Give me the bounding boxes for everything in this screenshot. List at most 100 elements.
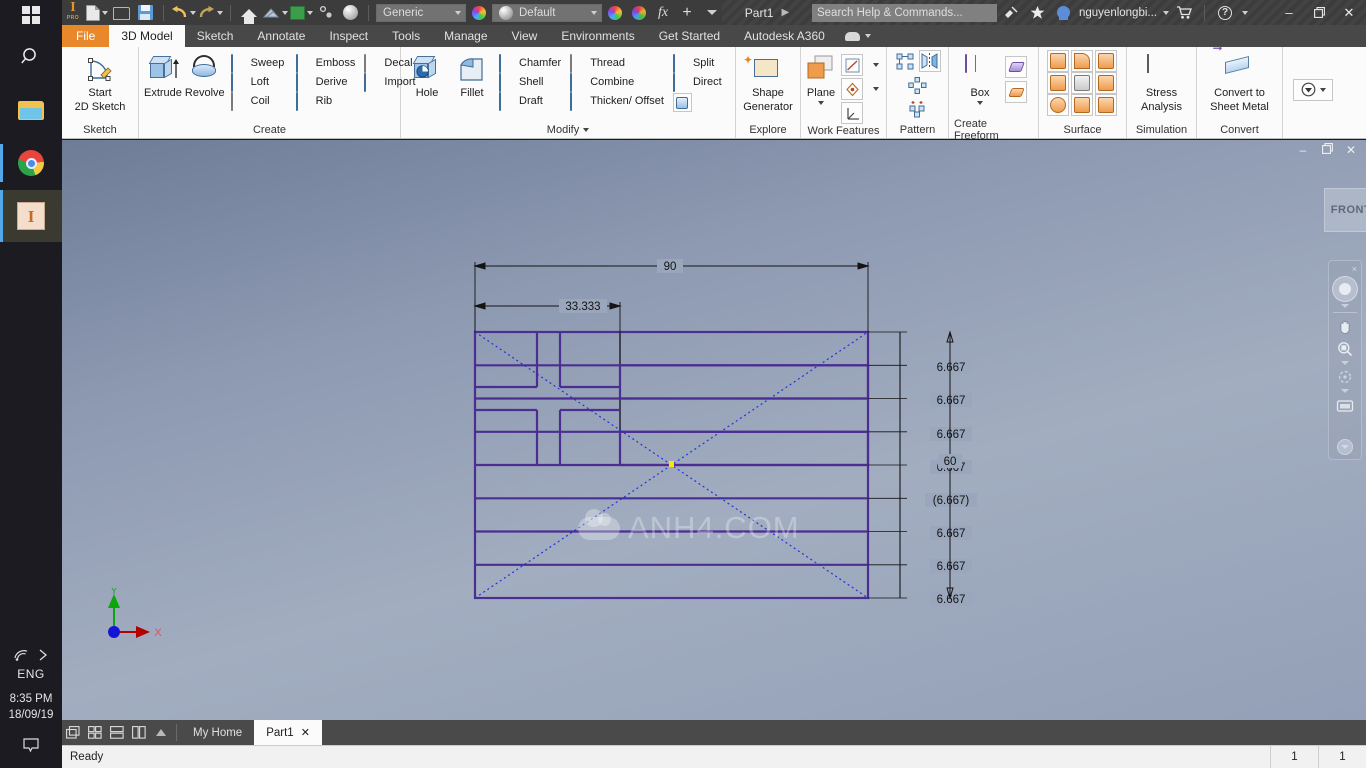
home-button[interactable] [238, 0, 260, 25]
freeform-plane-icon[interactable] [1005, 56, 1027, 78]
open-button[interactable] [110, 0, 132, 25]
tab-autodesk-a360[interactable]: Autodesk A360 [732, 25, 837, 47]
work-point-icon[interactable] [841, 78, 863, 100]
tab-file[interactable]: File [62, 25, 110, 47]
tab-part1-close-icon[interactable]: ✕ [301, 726, 310, 739]
coil-button[interactable]: Coil [228, 92, 290, 111]
minimize-button[interactable]: – [1276, 0, 1302, 25]
dim-canton-text[interactable]: 33.333 [565, 301, 600, 313]
help-icon[interactable]: ? [1214, 0, 1236, 25]
redo-button[interactable] [198, 0, 223, 25]
tab-sketch[interactable]: Sketch [185, 25, 246, 47]
work-axis-icon[interactable] [841, 54, 863, 76]
tab-part1[interactable]: Part1 ✕ [254, 720, 322, 745]
split-button[interactable]: Split [670, 54, 725, 73]
panel-modify-title[interactable]: Modify [406, 122, 730, 138]
freeform-box-button[interactable]: Box [960, 52, 1000, 105]
google-chrome-icon[interactable] [0, 136, 62, 190]
stress-analysis-button[interactable]: Stress Analysis [1132, 52, 1191, 113]
fillet-button[interactable]: Fillet [451, 52, 493, 99]
revolve-button[interactable]: Revolve [185, 52, 225, 99]
up-arrow-icon[interactable] [150, 720, 172, 745]
project-button[interactable] [290, 0, 313, 25]
graphics-viewport[interactable]: – ✕ ANH4.COM FRONT [62, 140, 1366, 720]
search-icon[interactable] [0, 30, 62, 84]
search-input[interactable]: Search Help & Commands... [811, 3, 997, 22]
file-explorer-icon[interactable] [0, 84, 62, 136]
tab-my-home[interactable]: My Home [181, 720, 254, 745]
extrude-button[interactable]: Extrude [144, 52, 182, 99]
stitch-icon[interactable] [1095, 50, 1117, 72]
appearance-dropdown-button[interactable] [1293, 78, 1333, 101]
freeform-box-chevron-icon[interactable] [977, 101, 983, 105]
vertical-icon[interactable] [128, 720, 150, 745]
star-icon[interactable] [1027, 0, 1049, 25]
undo-chevron-icon[interactable] [190, 10, 196, 15]
stripe-right-1[interactable] [618, 364, 870, 400]
dim-stripe-3[interactable]: 6.667 [937, 429, 966, 441]
restore-button[interactable] [1306, 0, 1332, 25]
appearance-sphere-button[interactable] [339, 0, 361, 25]
patch-icon[interactable] [1071, 50, 1093, 72]
shopping-cart-icon[interactable] [1173, 0, 1195, 25]
freeform-convert-icon[interactable] [1005, 81, 1027, 103]
undo-button[interactable] [171, 0, 196, 25]
dim-stripe-1[interactable]: 6.667 [937, 362, 966, 374]
dim-stripe-7[interactable]: 6.667 [937, 561, 966, 573]
appearance-chevron-icon[interactable] [591, 10, 597, 15]
rectangular-pattern-icon[interactable] [895, 50, 917, 72]
user-chevron-icon[interactable] [1163, 10, 1169, 15]
title-chevron-icon[interactable]: ▶ [781, 7, 789, 18]
redo-chevron-icon[interactable] [217, 10, 223, 15]
doc-close-button[interactable]: ✕ [1344, 143, 1358, 157]
circular-pattern-icon[interactable] [907, 74, 929, 96]
sign-in-user[interactable]: nguyenlongbi... [1079, 7, 1157, 19]
material-combo[interactable]: Generic [376, 3, 466, 22]
cloud-chevron-icon[interactable] [864, 34, 871, 38]
replace-face-icon[interactable] [1095, 94, 1117, 116]
center-point-highlight[interactable] [669, 461, 674, 467]
thicken-offset-button[interactable]: Thicken/ Offset [567, 92, 667, 111]
horizontal-icon[interactable] [106, 720, 128, 745]
tab-manage[interactable]: Manage [432, 25, 499, 47]
parameters-button[interactable]: fx [652, 0, 674, 25]
add-qat-button[interactable]: + [676, 0, 698, 25]
dim-height-text[interactable]: 60 [944, 456, 957, 468]
work-axis-chevron-icon[interactable] [865, 54, 887, 76]
new-document-button[interactable] [86, 0, 108, 25]
save-button[interactable] [134, 0, 156, 25]
stripe-right-2[interactable] [618, 430, 870, 467]
hole-button[interactable]: Hole [406, 52, 448, 99]
thicken-surface-icon[interactable] [1071, 94, 1093, 116]
derive-button[interactable]: Derive [293, 73, 359, 92]
tab-3d-model[interactable]: 3D Model [109, 25, 185, 47]
app-logo[interactable]: I PRO [62, 0, 84, 25]
taskbar-clock[interactable]: 8:35 PM 18/09/19 [0, 691, 62, 737]
doc-minimize-button[interactable]: – [1296, 143, 1310, 157]
doc-restore-button[interactable] [1320, 143, 1334, 157]
shell-button[interactable]: Shell [496, 73, 564, 92]
tab-view[interactable]: View [500, 25, 550, 47]
tile-icon[interactable] [62, 720, 84, 745]
select-button[interactable] [315, 0, 337, 25]
wifi-icon[interactable] [13, 648, 31, 662]
combine-button[interactable]: Combine [567, 73, 667, 92]
mirror-icon[interactable] [918, 50, 941, 72]
sculpt-icon[interactable] [1047, 72, 1069, 94]
material-chevron-icon[interactable] [455, 10, 461, 15]
extend-icon[interactable] [1095, 72, 1117, 94]
trim-icon[interactable] [1071, 72, 1093, 94]
delete-face-button[interactable] [670, 92, 725, 113]
dim-width-text[interactable]: 90 [664, 261, 677, 273]
project-chevron-icon[interactable] [307, 10, 313, 15]
rib-button[interactable]: Rib [293, 92, 359, 111]
notification-icon[interactable] [0, 737, 62, 768]
work-point-chevron-icon[interactable] [865, 78, 887, 100]
plane-chevron-icon[interactable] [818, 101, 824, 105]
dim-stripe-2[interactable]: 6.667 [937, 395, 966, 407]
direct-button[interactable]: Direct [670, 73, 725, 92]
convert-sheet-metal-button[interactable]: ➞ Convert to Sheet Metal [1202, 42, 1277, 113]
panel-modify-chevron-icon[interactable] [583, 128, 590, 132]
sketch-driven-pattern-icon[interactable] [907, 98, 929, 120]
chamfer-button[interactable]: Chamfer [496, 54, 564, 73]
